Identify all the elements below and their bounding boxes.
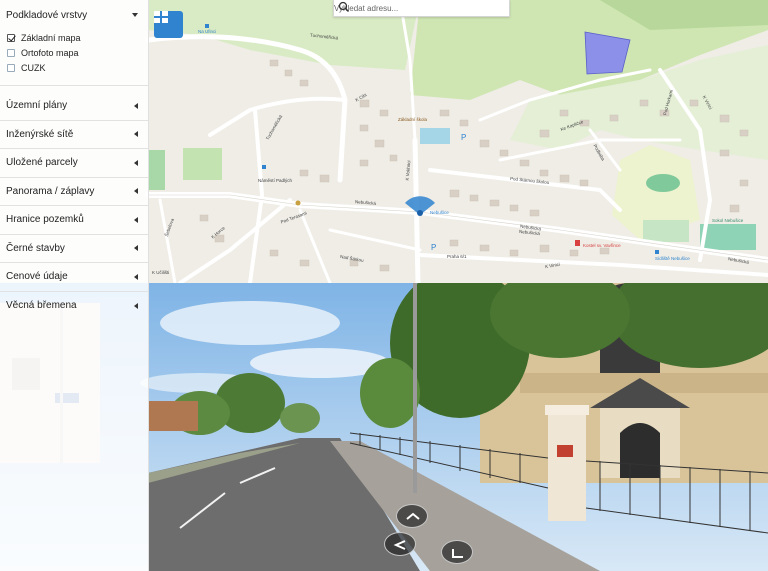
chevron-left-icon bbox=[134, 159, 138, 166]
chevron-left-icon bbox=[134, 302, 138, 309]
map-label: Základní škola bbox=[398, 117, 428, 122]
arrow-right-icon bbox=[452, 549, 463, 558]
map-label: Sokol Nebušice bbox=[712, 218, 744, 223]
map-label: Kostel sv. Vavřince bbox=[583, 243, 621, 248]
svg-text:P: P bbox=[431, 243, 436, 252]
chevron-left-icon bbox=[134, 102, 138, 109]
sidebar: Podkladové vrstvy Základní mapa Ortofoto… bbox=[0, 0, 149, 571]
layer-option-orthophoto[interactable]: Ortofoto mapa bbox=[0, 45, 148, 60]
chevron-left-icon bbox=[134, 131, 138, 138]
base-layers-header[interactable]: Podkladové vrstvy bbox=[0, 0, 148, 30]
base-layers-panel: Podkladové vrstvy Základní mapa Ortofoto… bbox=[0, 0, 148, 86]
chevron-left-icon bbox=[134, 273, 138, 280]
sidebar-item-utilities[interactable]: Inženýrské sítě bbox=[0, 121, 148, 149]
sidebar-item-label: Uložené parcely bbox=[6, 157, 78, 169]
svg-text:P: P bbox=[461, 133, 466, 142]
layer-option-basic-map[interactable]: Základní mapa bbox=[0, 30, 148, 45]
layer-label: Základní mapa bbox=[21, 32, 81, 43]
sidebar-item-panorama-floods[interactable]: Panorama / záplavy bbox=[0, 178, 148, 206]
layer-label: CUZK bbox=[21, 62, 46, 73]
sidebar-item-label: Černé stavby bbox=[6, 242, 65, 254]
sidebar-item-easements[interactable]: Věcná břemena bbox=[0, 292, 148, 321]
map-label: K Učilišti bbox=[152, 270, 170, 275]
map-label: Sídliště Nebušice bbox=[655, 256, 690, 261]
sidebar-item-saved-parcels[interactable]: Uložené parcely bbox=[0, 149, 148, 178]
address-search[interactable] bbox=[333, 0, 510, 17]
grid-icon bbox=[154, 11, 168, 23]
arrow-left-icon bbox=[393, 540, 406, 550]
arrow-up-icon bbox=[406, 512, 420, 520]
checkbox[interactable] bbox=[7, 48, 15, 57]
pano-arrow-forward[interactable] bbox=[396, 504, 428, 528]
search-icon bbox=[338, 1, 349, 12]
checkbox[interactable] bbox=[7, 63, 15, 72]
sidebar-item-label: Inženýrské sítě bbox=[6, 128, 74, 140]
sidebar-item-label: Územní plány bbox=[6, 100, 68, 112]
pano-arrow-left[interactable] bbox=[384, 532, 416, 556]
checkbox[interactable] bbox=[7, 33, 15, 42]
sidebar-item-price-data[interactable]: Cenové údaje bbox=[0, 263, 148, 292]
chevron-left-icon bbox=[134, 216, 138, 223]
map-label: Náměstí Padlých bbox=[258, 178, 293, 183]
sidebar-item-illegal-buildings[interactable]: Černé stavby bbox=[0, 235, 148, 263]
sidebar-item-zoning-plans[interactable]: Územní plány bbox=[0, 92, 148, 121]
map-label: Praha 6/1 bbox=[447, 254, 467, 259]
base-layers-title: Podkladové vrstvy bbox=[6, 9, 88, 21]
map-label: Na Ufinci bbox=[198, 29, 217, 34]
chevron-left-icon bbox=[134, 245, 138, 252]
map-label: Nebušice bbox=[430, 210, 449, 215]
sidebar-item-label: Hranice pozemků bbox=[6, 214, 84, 226]
layer-option-cuzk[interactable]: CUZK bbox=[0, 60, 148, 75]
sidebar-item-parcel-boundaries[interactable]: Hranice pozemků bbox=[0, 206, 148, 235]
sidebar-item-label: Panorama / záplavy bbox=[6, 185, 95, 197]
layer-label: Ortofoto mapa bbox=[21, 47, 79, 58]
chevron-down-icon bbox=[132, 13, 138, 17]
layers-grid-button[interactable] bbox=[154, 11, 183, 38]
sidebar-item-label: Cenové údaje bbox=[6, 271, 68, 283]
sidebar-item-label: Věcná břemena bbox=[6, 300, 77, 312]
pano-arrow-right[interactable] bbox=[441, 540, 473, 564]
chevron-left-icon bbox=[134, 188, 138, 195]
